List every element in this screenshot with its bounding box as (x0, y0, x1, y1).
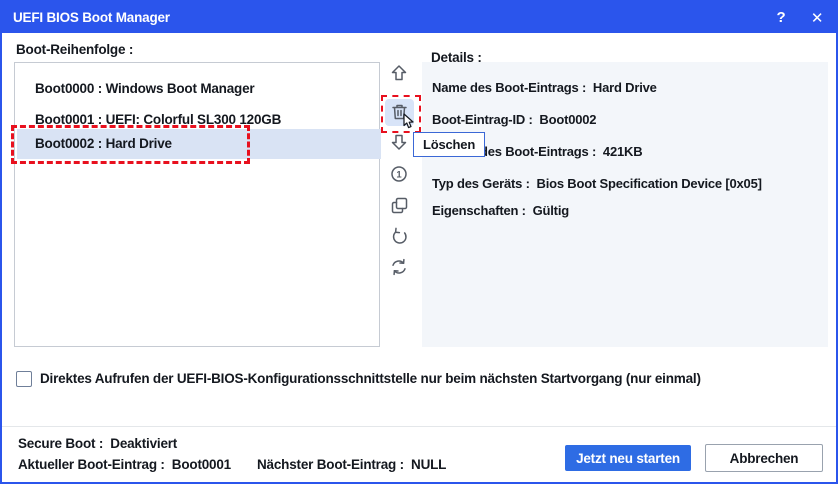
boot-to-firmware-checkbox[interactable] (16, 371, 32, 387)
window-title: UEFI BIOS Boot Manager (13, 10, 170, 25)
delete-tooltip: Löschen (413, 132, 486, 157)
copy-icon (391, 197, 408, 214)
boot-once-icon: 1 (390, 165, 408, 183)
detail-entry-name: Name des Boot-Eintrags : Hard Drive (432, 80, 657, 95)
help-icon[interactable]: ? (770, 9, 792, 26)
move-up-button[interactable] (389, 63, 409, 83)
list-item-boot0002[interactable]: Boot0002 : Hard Drive (17, 129, 381, 159)
undo-button[interactable] (389, 226, 409, 246)
copy-button[interactable] (389, 195, 409, 215)
detail-entry-size: des Boot-Eintrags : 421KB (480, 144, 643, 159)
boot-order-list[interactable]: Boot0000 : Windows Boot Manager Boot0001… (14, 62, 381, 347)
detail-device-type: Typ des Geräts : Bios Boot Specification… (432, 176, 762, 191)
uefi-boot-manager-dialog: UEFI BIOS Boot Manager ? ✕ Boot-Reihenfo… (0, 0, 838, 484)
boot-once-button[interactable]: 1 (389, 164, 409, 184)
move-up-icon (390, 64, 408, 82)
detail-properties: Eigenschaften : Gültig (432, 203, 569, 218)
current-boot-entry-status: Aktueller Boot-Eintrag : Boot0001 (18, 457, 231, 472)
details-panel: Name des Boot-Eintrags : Hard Drive Boot… (422, 62, 828, 347)
restart-now-button[interactable]: Jetzt neu starten (565, 445, 691, 471)
detail-entry-id: Boot-Eintrag-ID : Boot0002 (432, 112, 597, 127)
delete-icon (391, 103, 408, 121)
undo-icon (390, 227, 408, 245)
footer-divider (2, 426, 836, 427)
cancel-button[interactable]: Abbrechen (705, 444, 823, 472)
refresh-button[interactable] (389, 257, 409, 277)
list-item-boot0000[interactable]: Boot0000 : Windows Boot Manager (17, 74, 381, 104)
next-boot-entry-status: Nächster Boot-Eintrag : NULL (257, 457, 447, 472)
move-down-icon (390, 133, 408, 151)
boot-order-label: Boot-Reihenfolge : (16, 42, 134, 57)
close-icon[interactable]: ✕ (806, 9, 828, 27)
move-down-button[interactable] (389, 132, 409, 152)
titlebar: UEFI BIOS Boot Manager ? ✕ (2, 2, 836, 33)
secure-boot-status: Secure Boot : Deaktiviert (18, 436, 178, 451)
delete-button[interactable] (389, 102, 409, 122)
boot-to-firmware-label: Direktes Aufrufen der UEFI-BIOS-Konfigur… (40, 371, 701, 386)
svg-text:1: 1 (396, 169, 402, 180)
refresh-icon (390, 258, 408, 276)
